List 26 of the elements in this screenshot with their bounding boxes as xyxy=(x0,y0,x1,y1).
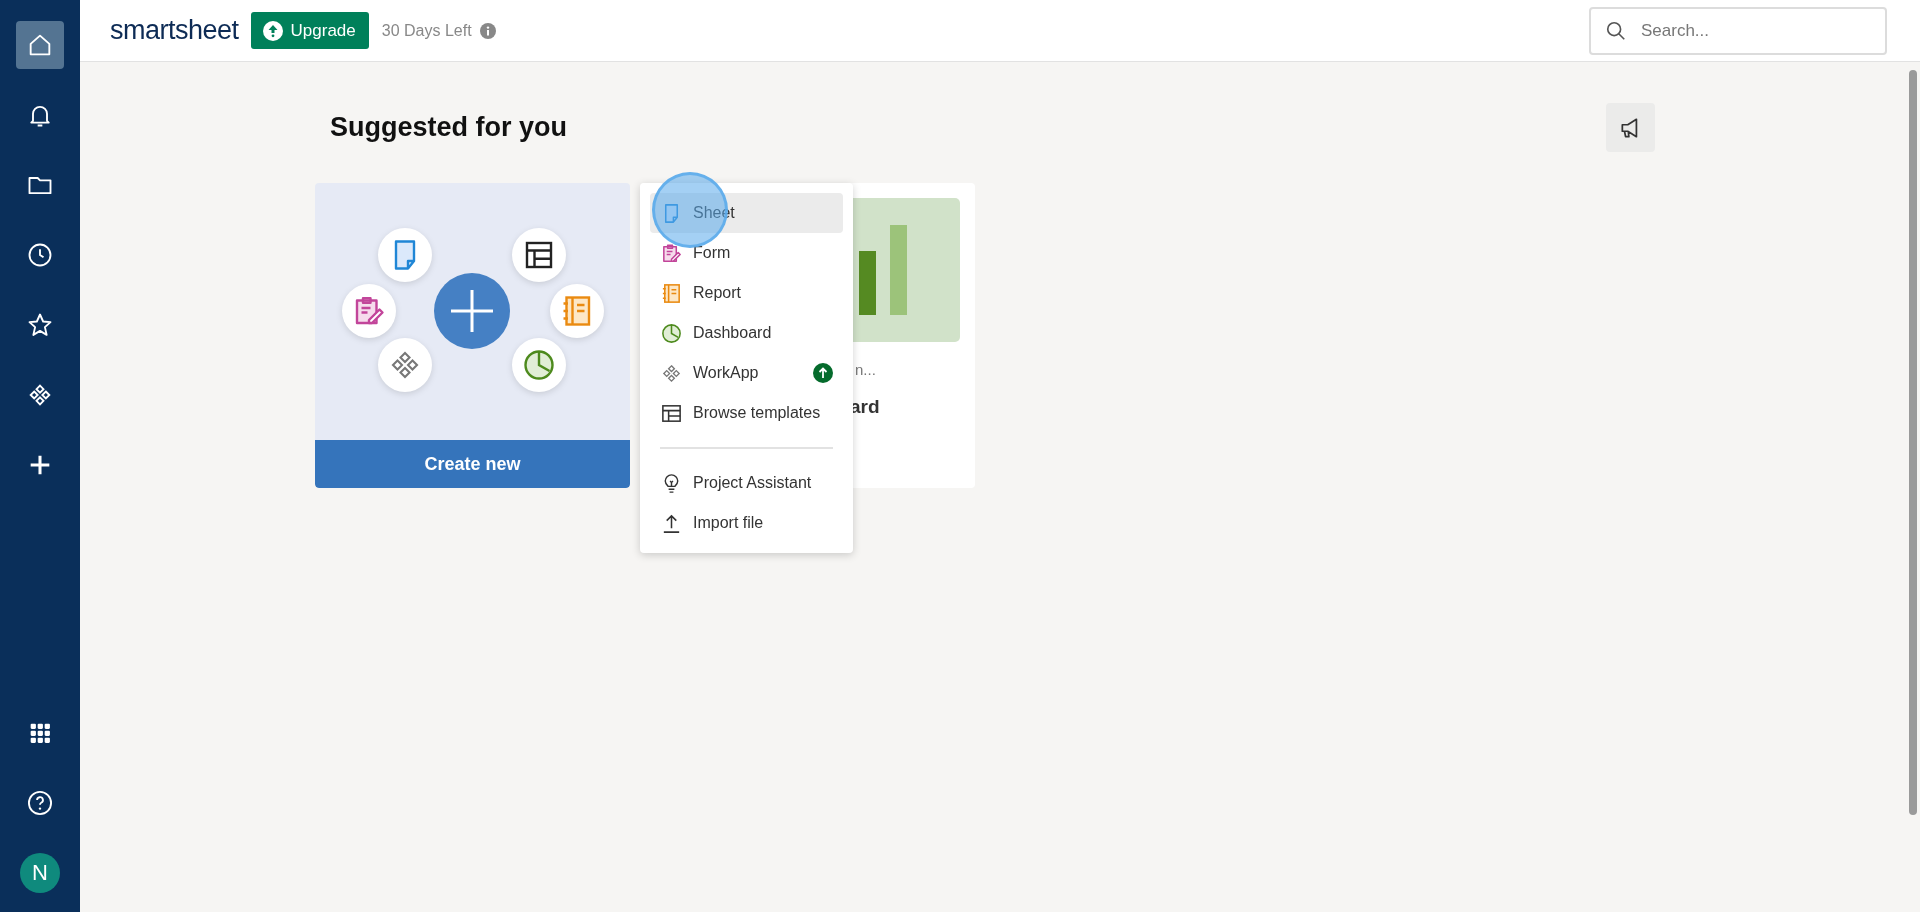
info-icon[interactable] xyxy=(479,22,496,39)
upgrade-button[interactable]: Upgrade xyxy=(250,12,369,49)
star-icon xyxy=(26,311,54,339)
search-field[interactable]: Search... xyxy=(1589,6,1887,55)
menu-item[interactable]: Report xyxy=(650,273,843,313)
section-title: Suggested for you xyxy=(329,112,567,143)
menu-item[interactable]: Dashboard xyxy=(650,313,843,353)
dashboard-icon xyxy=(660,321,683,345)
sidebar-home-button[interactable] xyxy=(16,21,64,69)
clock-icon xyxy=(26,241,54,269)
announcements-button[interactable] xyxy=(1606,103,1655,152)
help-icon xyxy=(26,789,54,817)
create-new-button[interactable]: Create new xyxy=(315,440,630,488)
upgrade-icon xyxy=(262,20,283,41)
menu-item[interactable]: Form xyxy=(650,233,843,273)
trial-status: 30 Days Left xyxy=(381,21,472,40)
menu-item[interactable]: Import file xyxy=(650,503,843,543)
search-icon xyxy=(1605,19,1627,42)
card-subtitle: n... xyxy=(854,361,877,378)
menu-item[interactable]: Project Assistant xyxy=(650,463,843,503)
menu-item[interactable]: Browse templates xyxy=(650,393,843,433)
scrollbar[interactable] xyxy=(1909,70,1917,815)
user-avatar[interactable]: N xyxy=(20,853,60,893)
menu-item[interactable]: WorkApp xyxy=(650,353,843,393)
report-icon xyxy=(660,281,683,305)
logo: smartsheet xyxy=(110,15,239,46)
